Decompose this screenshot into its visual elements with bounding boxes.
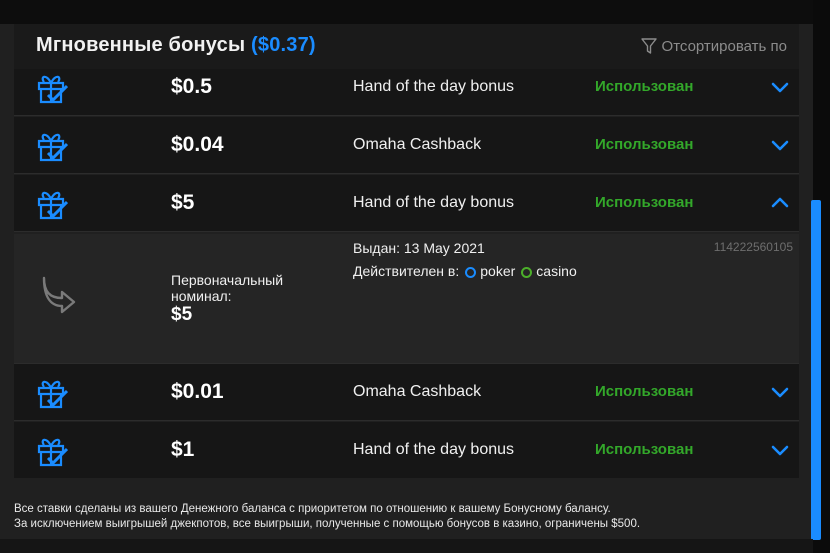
gift-icon xyxy=(37,380,68,409)
gift-icon xyxy=(37,133,68,162)
valid-in: Действителен в: poker casino xyxy=(353,263,577,279)
chevron-down-icon[interactable] xyxy=(770,77,790,97)
bonus-row[interactable]: $0.01 Omaha Cashback Использован xyxy=(14,364,799,421)
original-value: $5 xyxy=(171,304,193,325)
bonus-amount: $5 xyxy=(171,191,195,214)
bonus-list: $0.5 Hand of the day bonus Использован $… xyxy=(14,69,799,478)
title-text: Мгновенные бонусы xyxy=(36,34,246,56)
bonus-amount: $0.01 xyxy=(171,380,224,403)
bonus-row-expanded[interactable]: $5 Hand of the day bonus Использован xyxy=(14,175,799,232)
footer-disclaimer: Все ставки сделаны из вашего Денежного б… xyxy=(14,502,640,532)
bonus-amount: $1 xyxy=(171,438,195,461)
bonus-status: Использован xyxy=(595,136,694,153)
bonus-id: 114222560105 xyxy=(713,240,793,254)
chevron-down-icon[interactable] xyxy=(770,440,790,460)
chevron-up-icon[interactable] xyxy=(770,193,790,213)
bonus-row[interactable]: $1 Hand of the day bonus Использован xyxy=(14,422,799,478)
sort-label: Отсортировать по xyxy=(661,37,787,55)
bonus-name: Omaha Cashback xyxy=(353,383,482,400)
scrollbar[interactable] xyxy=(811,200,821,540)
page-title: Мгновенные бонусы ($0.37) xyxy=(36,34,316,57)
valid-label: Действителен в: xyxy=(353,263,460,279)
gift-icon xyxy=(37,438,68,467)
filter-icon xyxy=(640,38,657,54)
bonus-header: Мгновенные бонусы ($0.37) Отсортировать … xyxy=(14,24,799,70)
bonus-amount: $0.5 xyxy=(171,75,212,98)
issued-date: Выдан: 13 May 2021 xyxy=(353,240,485,256)
bonus-name: Hand of the day bonus xyxy=(353,78,515,95)
top-strip xyxy=(0,0,830,24)
total-amount: ($0.37) xyxy=(251,34,316,56)
chevron-down-icon[interactable] xyxy=(770,382,790,402)
bonus-status: Использован xyxy=(595,194,694,211)
poker-dot-icon xyxy=(465,266,477,278)
disclaimer-line: За исключением выигрышей джекпотов, все … xyxy=(14,518,641,530)
gift-icon xyxy=(37,191,68,220)
gift-icon xyxy=(37,75,68,104)
bonus-status: Использован xyxy=(595,441,694,458)
bonus-name: Hand of the day bonus xyxy=(353,194,515,211)
redirect-arrow-icon xyxy=(42,276,76,314)
chevron-down-icon[interactable] xyxy=(770,135,790,155)
bonus-row[interactable]: $0.04 Omaha Cashback Использован xyxy=(14,117,799,174)
bonus-name: Omaha Cashback xyxy=(353,136,482,153)
bonus-details: Первоначальный номинал: $5 Выдан: 13 May… xyxy=(14,234,799,364)
casino-dot-icon xyxy=(521,266,533,278)
disclaimer-line: Все ставки сделаны из вашего Денежного б… xyxy=(14,503,611,515)
background-strip xyxy=(0,539,813,553)
product-casino: casino xyxy=(521,263,577,279)
bonus-amount: $0.04 xyxy=(171,133,224,156)
sort-button[interactable]: Отсортировать по xyxy=(640,37,787,55)
bonus-status: Использован xyxy=(595,78,694,95)
product-poker: poker xyxy=(465,263,515,279)
original-value-label: Первоначальный номинал: xyxy=(171,272,284,304)
bonus-name: Hand of the day bonus xyxy=(353,441,515,458)
bonus-row[interactable]: $0.5 Hand of the day bonus Использован xyxy=(14,69,799,116)
bonus-status: Использован xyxy=(595,383,694,400)
